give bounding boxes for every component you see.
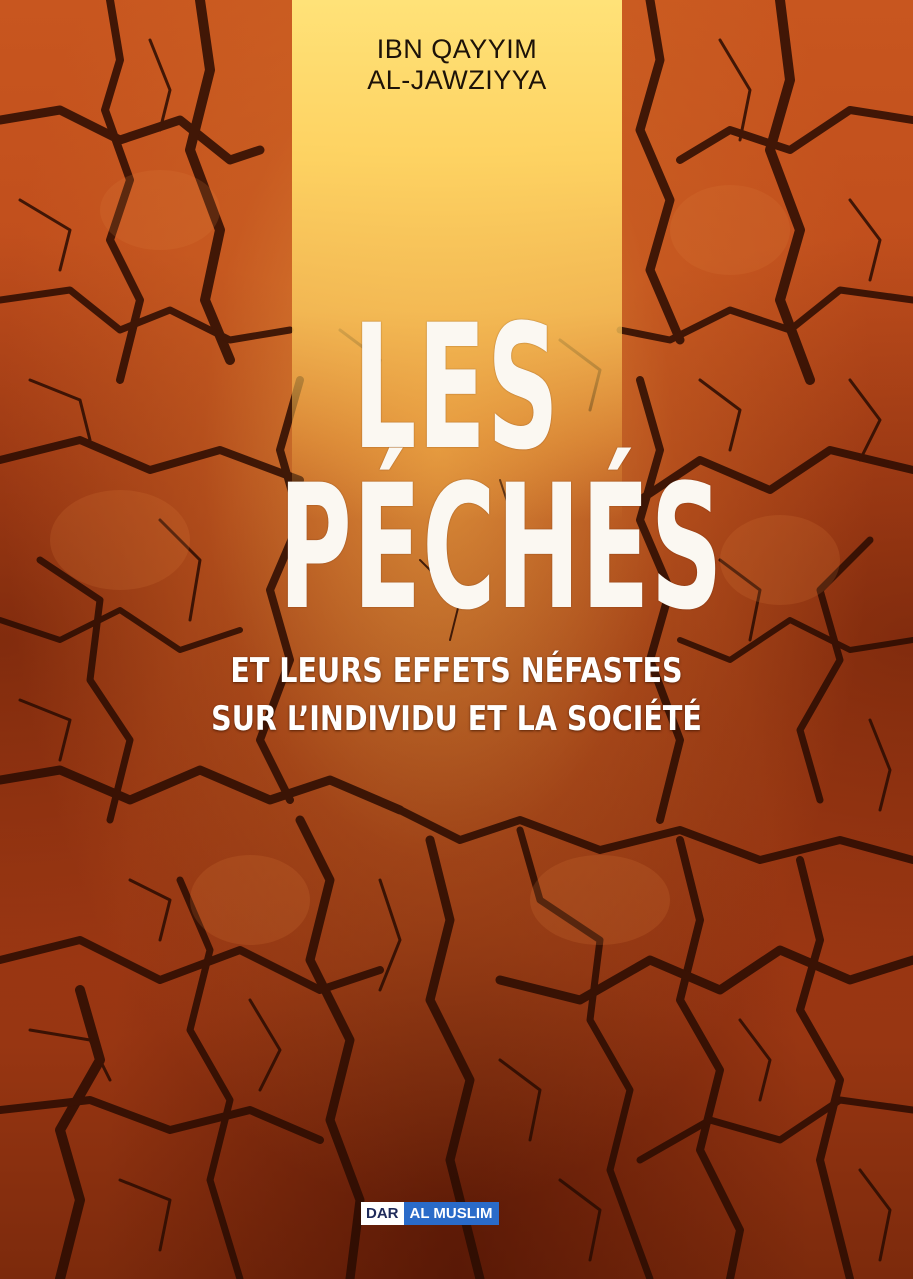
author-line-2: AL-JAWZIYYA <box>367 65 547 95</box>
publisher-name-part-1: DAR <box>361 1202 404 1225</box>
subtitle-line-1: ET LEURS EFFETS NÉFASTES <box>230 651 683 691</box>
subtitle-line-2: SUR L’INDIVIDU ET LA SOCIÉTÉ <box>211 699 702 739</box>
author-line-1: IBN QAYYIM <box>376 34 538 64</box>
author-name: IBN QAYYIM AL-JAWZIYYA <box>292 34 622 96</box>
title-line-2: PÉCHÉS <box>278 447 724 648</box>
publisher-name-part-2: AL MUSLIM <box>403 1202 499 1225</box>
book-cover: IBN QAYYIM AL-JAWZIYYA LES PÉCHÉS ET LEU… <box>0 0 913 1279</box>
publisher-logo: DAR AL MUSLIM <box>361 1202 499 1225</box>
